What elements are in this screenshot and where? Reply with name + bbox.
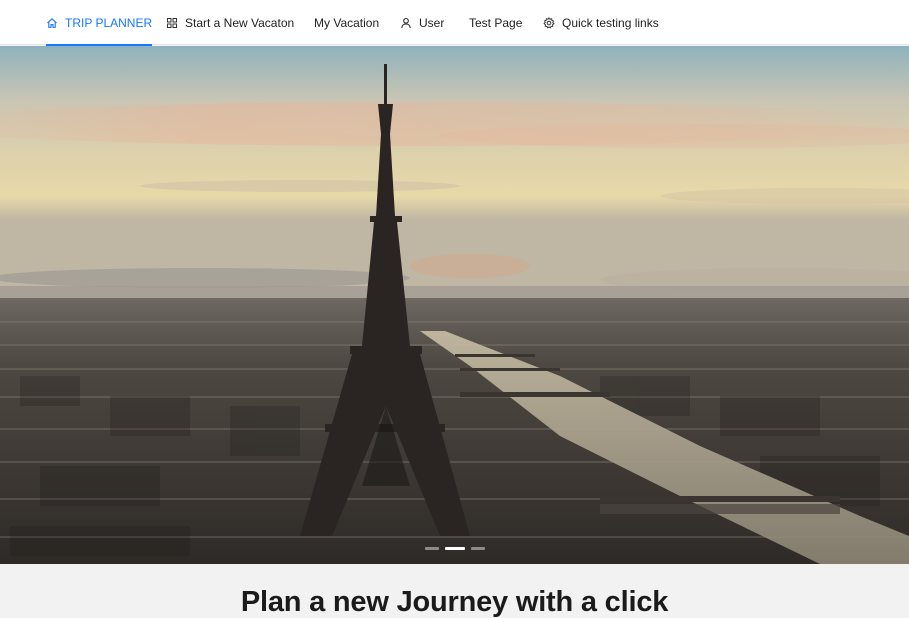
nav-item-label: Quick testing links (562, 15, 659, 30)
nav-item-label: TRIP PLANNER (65, 15, 153, 30)
nav-item-start-new-vacation[interactable]: Start a New Vacaton (166, 0, 294, 45)
home-icon (46, 17, 58, 29)
carousel-dot[interactable] (470, 547, 485, 550)
user-icon (400, 17, 412, 29)
nav-item-trip-planner[interactable]: TRIP PLANNER (46, 0, 153, 46)
nav-item-quick-testing-links[interactable]: Quick testing links (543, 0, 659, 45)
nav-item-label: My Vacation (314, 15, 380, 30)
top-navigation-bar: TRIP PLANNER Start a New Vacaton My Vaca… (0, 0, 909, 46)
carousel-dot[interactable] (424, 547, 439, 550)
nav-item-user[interactable]: User (400, 0, 444, 45)
nav-item-label: User (419, 15, 445, 30)
carousel-indicators (0, 547, 909, 550)
hero-image-eiffel-tower (0, 46, 909, 564)
nav-item-label: Test Page (469, 15, 523, 30)
nav-item-test-page[interactable]: Test Page (469, 0, 522, 45)
nav-item-my-vacation[interactable]: My Vacation (314, 0, 379, 45)
carousel-dot-active[interactable] (444, 547, 465, 550)
gear-icon (543, 16, 555, 29)
intro-section: Plan a new Journey with a click (0, 564, 909, 618)
nav-item-label: Start a New Vacaton (185, 15, 295, 30)
grid-icon (166, 17, 178, 29)
page-headline: Plan a new Journey with a click (240, 586, 669, 618)
hero-carousel[interactable] (0, 46, 909, 564)
